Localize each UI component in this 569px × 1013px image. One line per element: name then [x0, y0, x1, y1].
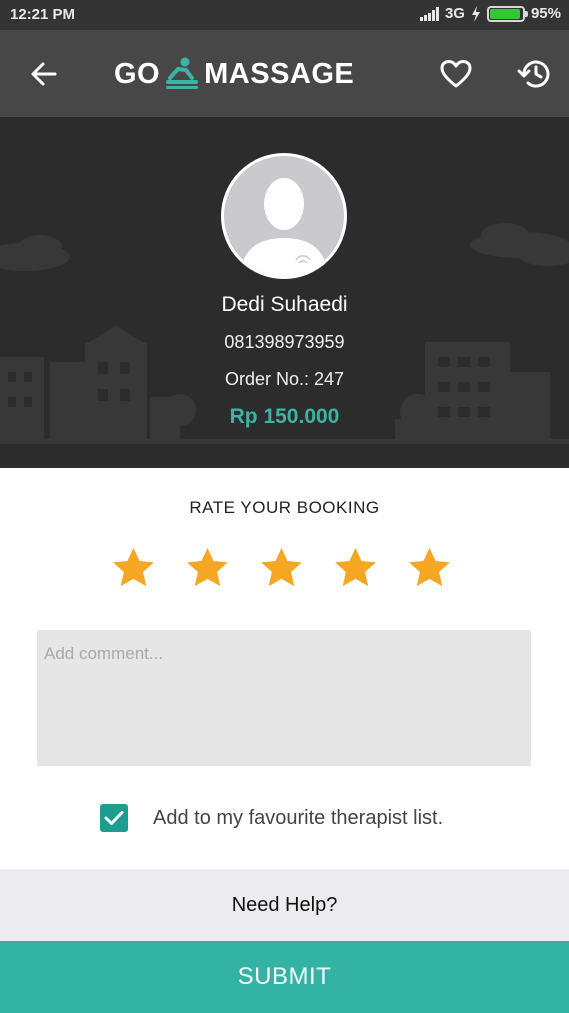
order-price: Rp 150.000	[229, 405, 340, 428]
app-logo: GO MASSAGE	[114, 56, 354, 92]
therapist-name: Dedi Suhaedi	[221, 293, 348, 316]
comment-input[interactable]	[37, 630, 531, 766]
star-icon[interactable]	[406, 545, 453, 592]
favourite-label: Add to my favourite therapist list.	[153, 806, 444, 829]
battery-icon	[486, 5, 528, 22]
status-time: 12:21 PM	[10, 6, 76, 23]
user-silhouette-icon	[240, 178, 328, 276]
star-icon[interactable]	[258, 545, 305, 592]
avatar	[221, 153, 347, 279]
charging-icon	[471, 5, 480, 22]
favourite-therapist-option[interactable]: Add to my favourite therapist list.	[100, 804, 443, 832]
app-bar: GO MASSAGE	[0, 30, 569, 117]
checkmark-icon	[104, 811, 124, 825]
back-arrow-icon	[31, 62, 57, 86]
battery-percent: 95%	[530, 5, 561, 22]
status-bar: 12:21 PM 3G 95%	[0, 0, 569, 30]
logo-text-massage: MASSAGE	[204, 57, 355, 90]
heart-icon	[440, 60, 472, 88]
submit-button[interactable]: SUBMIT	[0, 941, 569, 1013]
history-icon	[517, 60, 550, 88]
network-type: 3G	[444, 5, 465, 22]
star-rating[interactable]	[110, 545, 453, 592]
back-button[interactable]	[24, 54, 64, 94]
massage-icon	[166, 57, 199, 89]
logo-text-go: GO	[114, 57, 161, 90]
order-number: Order No.: 247	[224, 369, 345, 389]
star-icon[interactable]	[184, 545, 231, 592]
favourite-button[interactable]	[436, 54, 476, 94]
therapist-profile: Dedi Suhaedi 081398973959 Order No.: 247…	[0, 117, 569, 468]
history-button[interactable]	[514, 54, 554, 94]
therapist-phone: 081398973959	[224, 332, 345, 352]
favourite-checkbox[interactable]	[100, 804, 128, 832]
star-icon[interactable]	[110, 545, 157, 592]
rating-title: RATE YOUR BOOKING	[189, 498, 380, 517]
need-help-button[interactable]: Need Help?	[0, 869, 569, 941]
star-icon[interactable]	[332, 545, 379, 592]
status-icons: 3G 95%	[419, 5, 561, 22]
signal-icon	[419, 6, 439, 21]
